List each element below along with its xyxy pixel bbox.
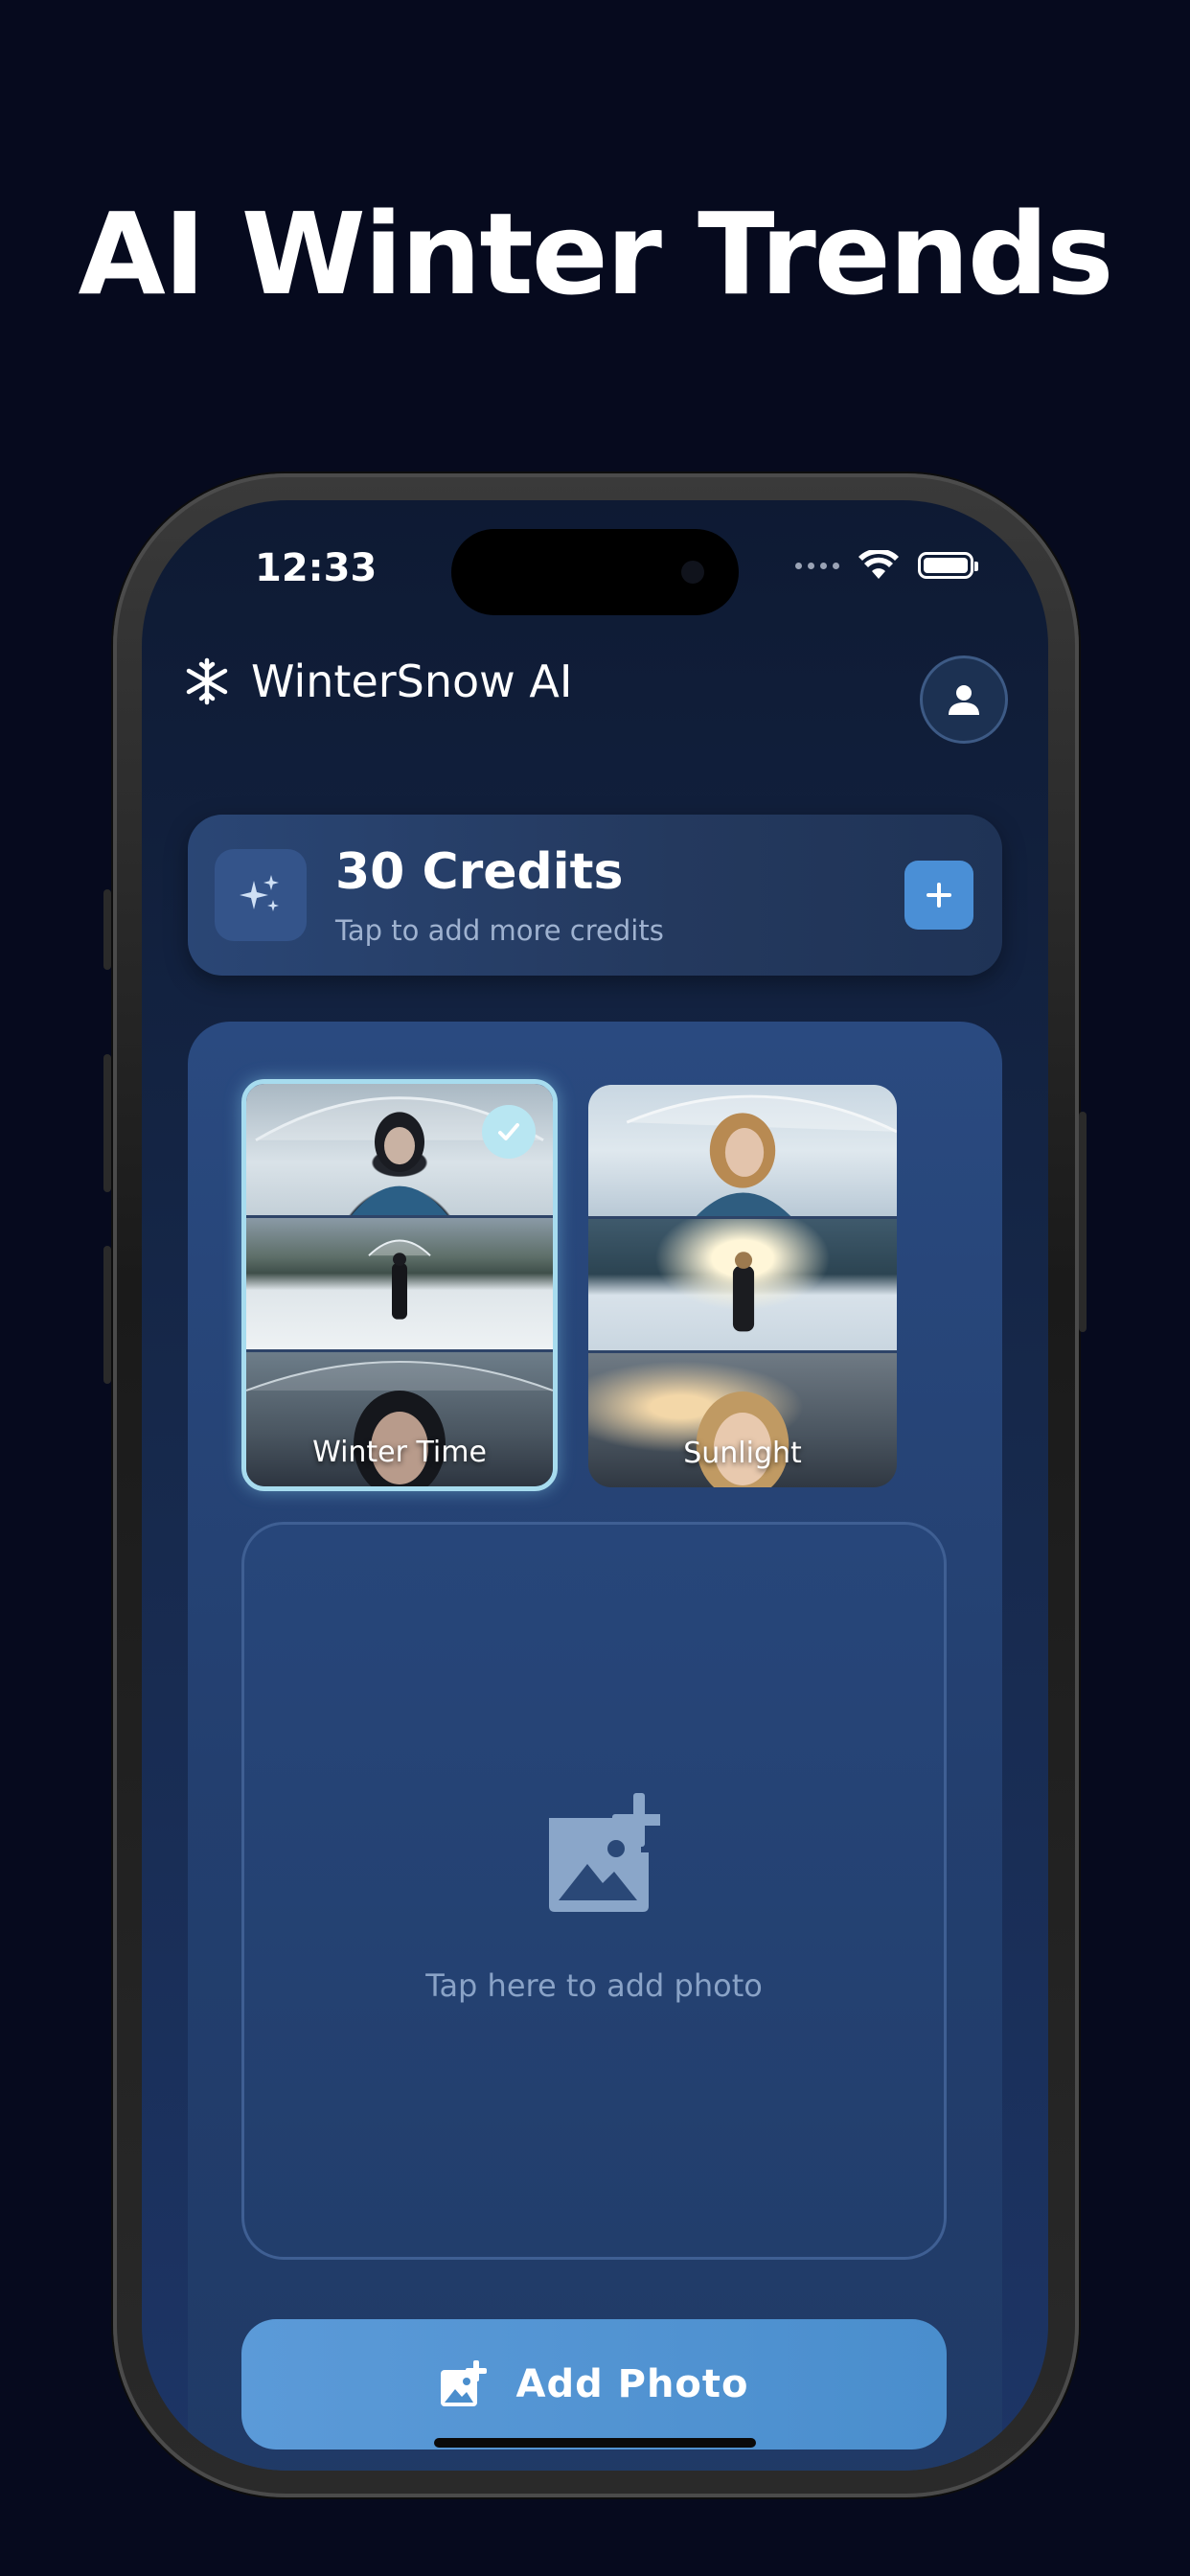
add-photo-label: Add Photo	[515, 2362, 749, 2406]
power-button-hardware	[1079, 1112, 1087, 1332]
person-icon	[949, 685, 979, 715]
style-label: Sunlight	[683, 1437, 802, 1470]
battery-icon	[918, 552, 978, 579]
main-panel: Winter Time Sunlight Tap here to add pho…	[188, 1022, 1002, 2471]
photo-drop-zone[interactable]: Tap here to add photo	[241, 1522, 947, 2260]
checkmark-icon	[482, 1105, 536, 1159]
dynamic-island	[451, 529, 739, 615]
phone-screen: 12:33 WinterSnow AI 30 Credits Tap to ad…	[142, 500, 1048, 2471]
profile-button[interactable]	[920, 656, 1008, 744]
style-label: Winter Time	[312, 1436, 487, 1469]
style-photo	[588, 1218, 897, 1353]
volume-up-button-hardware	[103, 1054, 111, 1192]
home-indicator	[434, 2438, 756, 2448]
promo-headline: AI Winter Trends	[78, 188, 1113, 320]
wifi-icon	[858, 550, 899, 579]
status-time: 12:33	[255, 546, 378, 590]
style-card-winter-time[interactable]: Winter Time	[241, 1079, 558, 1491]
sparkles-badge	[215, 849, 307, 941]
status-indicators	[795, 550, 978, 581]
signal-icon	[795, 562, 839, 569]
credits-subtitle: Tap to add more credits	[335, 914, 664, 947]
app-header: WinterSnow AI	[182, 656, 572, 707]
snowflake-icon	[186, 657, 228, 705]
action-button-hardware	[103, 889, 111, 970]
add-photo-icon	[441, 2360, 488, 2406]
credits-count: 30 Credits	[335, 843, 624, 901]
add-photo-icon	[549, 1793, 660, 1912]
style-photo	[246, 1217, 553, 1352]
drop-zone-prompt: Tap here to add photo	[425, 1967, 763, 2004]
style-photo	[588, 1085, 897, 1219]
app-title: WinterSnow AI	[251, 656, 573, 707]
add-photo-button[interactable]: Add Photo	[241, 2319, 947, 2450]
add-credits-button[interactable]	[904, 861, 973, 930]
credits-card[interactable]: 30 Credits Tap to add more credits	[188, 815, 1002, 976]
sparkles-icon	[240, 875, 279, 911]
volume-down-button-hardware	[103, 1246, 111, 1384]
camera-icon	[681, 561, 704, 584]
plus-icon	[927, 883, 951, 908]
style-card-sunlight[interactable]: Sunlight	[588, 1085, 897, 1487]
